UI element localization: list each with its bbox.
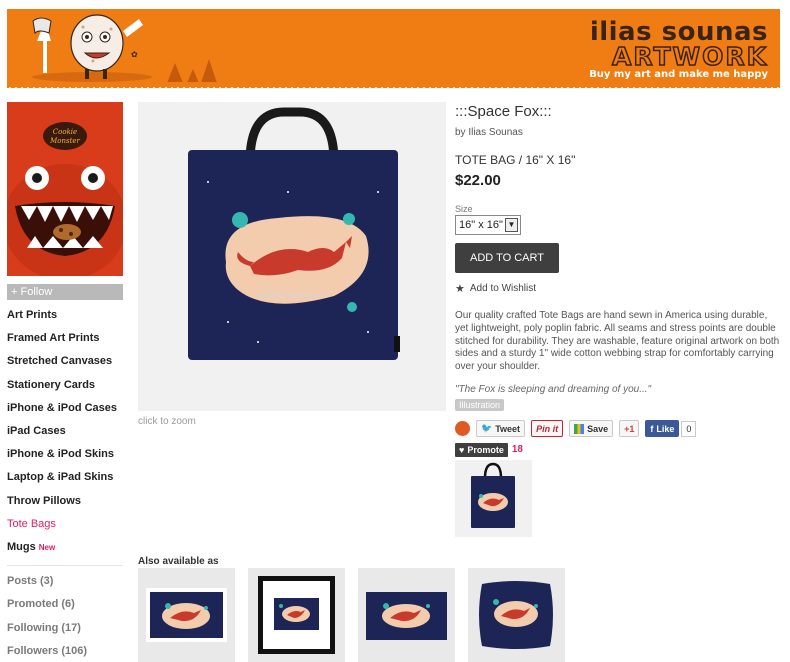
save-button[interactable]: Save <box>569 420 614 438</box>
promote-count: 18 <box>511 444 523 456</box>
tweet-button[interactable]: 🐦 Tweet <box>476 420 526 438</box>
promote-label: Promote <box>467 444 504 455</box>
product-price: $22.00 <box>455 172 501 189</box>
stat-posts[interactable]: Posts (3) <box>7 570 123 593</box>
profile-art-text-2: Monster <box>49 137 80 145</box>
stat-followers[interactable]: Followers (106) <box>7 640 123 662</box>
nav-item-laptop-ipad-skins[interactable]: Laptop & iPad Skins <box>7 466 123 489</box>
tag-illustration[interactable]: Illustration <box>455 398 505 411</box>
add-to-cart-button[interactable]: ADD TO CART <box>455 243 559 273</box>
profile-art-text-1: Cookie <box>53 128 77 136</box>
add-to-wishlist[interactable]: ★ Add to Wishlist <box>455 282 780 295</box>
stumbleupon-icon[interactable] <box>455 421 470 437</box>
size-value: 16" x 16" <box>459 219 503 231</box>
nav-item-mugs-label: Mugs <box>7 540 36 553</box>
brand-artwork: ARTWORK <box>611 41 768 72</box>
promote-row: ♥ Promote 18 <box>455 442 780 457</box>
follow-button[interactable]: + Follow <box>7 284 123 300</box>
header-banner[interactable]: ✿ ilias sounas ARTWORK Buy my art and ma… <box>7 9 780 88</box>
pin-it-button[interactable]: Pin it <box>531 420 564 438</box>
star-icon: ★ <box>455 283 465 295</box>
also-item-throw-pillow[interactable] <box>468 568 565 662</box>
facebook-icon: f <box>650 423 654 434</box>
bag-caption: I'M ALWAYS DREAMING OF U <box>257 293 328 299</box>
google-plus-button[interactable]: +1 <box>619 420 640 438</box>
also-item-framed-print[interactable] <box>248 568 345 662</box>
size-label: Size <box>455 204 473 214</box>
product-artist[interactable]: by Ilias Sounas <box>455 127 780 138</box>
promote-button[interactable]: ♥ Promote <box>455 442 508 457</box>
product-details: :::Space Fox::: by Ilias Sounas TOTE BAG… <box>455 102 780 537</box>
canvas-thumbnail <box>366 592 447 640</box>
nav-item-iphone-ipod-skins[interactable]: iPhone & iPod Skins <box>7 443 123 466</box>
framed-print-thumbnail <box>258 576 335 654</box>
product-type: TOTE BAG / 16" X 16" <box>455 153 576 167</box>
nav-item-mugs[interactable]: Mugs New <box>7 536 123 559</box>
nav-item-stationery-cards[interactable]: Stationery Cards <box>7 374 123 397</box>
throw-pillow-thumbnail <box>479 581 553 649</box>
mascot-illustration: ✿ <box>32 14 152 82</box>
zoom-hint[interactable]: click to zoom <box>138 416 196 427</box>
wishlist-label: Add to Wishlist <box>469 283 537 294</box>
trees-illustration <box>167 59 217 83</box>
product-thumbnail[interactable] <box>455 459 532 537</box>
nav-divider <box>7 565 123 567</box>
facebook-like-button[interactable]: f Like <box>645 420 680 438</box>
profile-artwork[interactable]: Cookie Monster <box>7 102 123 276</box>
art-print-thumbnail <box>146 588 227 642</box>
save-label: Save <box>587 423 609 434</box>
product-title: :::Space Fox::: <box>455 103 552 120</box>
nav-item-iphone-ipod-cases[interactable]: iPhone & iPod Cases <box>7 397 123 420</box>
size-select[interactable]: 16" x 16" ▼ <box>455 215 521 235</box>
nav-item-tote-bags[interactable]: Tote Bags <box>7 513 123 536</box>
stat-promoted[interactable]: Promoted (6) <box>7 593 123 616</box>
nav-item-ipad-cases[interactable]: iPad Cases <box>7 420 123 443</box>
svg-text:✿: ✿ <box>131 50 138 59</box>
profile-stats: Posts (3) Promoted (6) Following (17) Fo… <box>7 570 123 662</box>
nav-item-art-prints[interactable]: Art Prints <box>7 304 123 327</box>
product-quote: "The Fox is sleeping and dreaming of you… <box>455 383 652 395</box>
brand-tagline: Buy my art and make me happy <box>589 69 768 80</box>
nav-item-framed-art-prints[interactable]: Framed Art Prints <box>7 327 123 350</box>
also-item-art-print[interactable] <box>138 568 235 662</box>
chevron-down-icon: ▼ <box>505 218 518 232</box>
also-available-row <box>138 568 565 662</box>
nav-item-stretched-canvases[interactable]: Stretched Canvases <box>7 350 123 373</box>
like-label: Like <box>656 423 675 434</box>
tote-bag-illustration: I'M ALWAYS DREAMING OF U <box>188 107 400 360</box>
stat-following[interactable]: Following (17) <box>7 617 123 640</box>
thumbnail-tote-bag <box>471 462 515 528</box>
product-description: Our quality crafted Tote Bags are hand s… <box>455 310 780 373</box>
save-icon <box>574 423 585 434</box>
heart-icon: ♥ <box>459 444 465 455</box>
also-item-canvas[interactable] <box>358 568 455 662</box>
new-badge: New <box>38 542 56 552</box>
like-count: 0 <box>681 420 697 437</box>
product-image[interactable]: I'M ALWAYS DREAMING OF U <box>138 102 446 411</box>
product-nav: Art Prints Framed Art Prints Stretched C… <box>7 304 123 559</box>
twitter-icon: 🐦 <box>481 423 493 434</box>
nav-item-throw-pillows[interactable]: Throw Pillows <box>7 490 123 513</box>
sidebar: Cookie Monster + Follow Art Prints Frame… <box>7 102 123 662</box>
share-row: 🐦 Tweet Pin it Save +1 f Like 0 <box>455 420 780 438</box>
also-available-label: Also available as <box>138 556 219 567</box>
tweet-label: Tweet <box>495 423 521 434</box>
